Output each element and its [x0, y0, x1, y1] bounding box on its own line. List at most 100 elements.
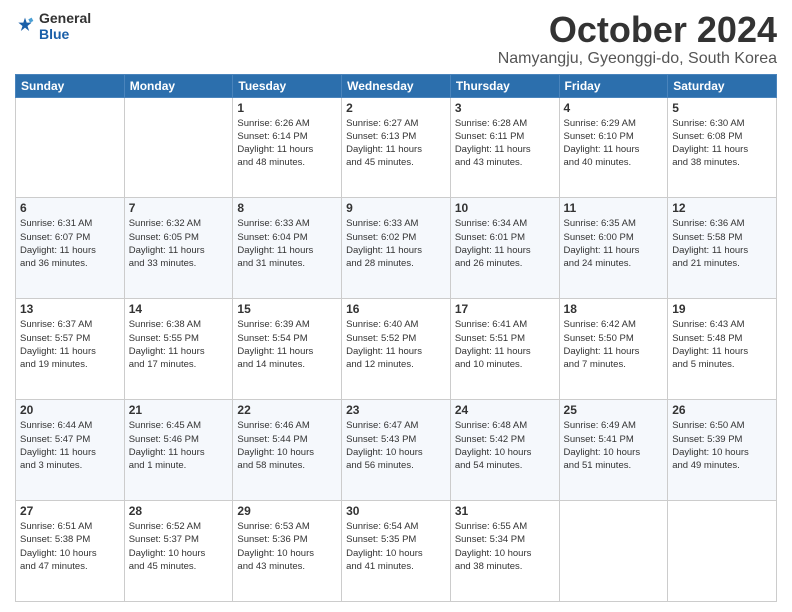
day-number: 16: [346, 302, 446, 316]
day-number: 7: [129, 201, 229, 215]
day-info: Sunrise: 6:33 AM Sunset: 6:04 PM Dayligh…: [237, 217, 337, 270]
calendar-day-cell: 1Sunrise: 6:26 AM Sunset: 6:14 PM Daylig…: [233, 97, 342, 198]
day-number: 5: [672, 101, 772, 115]
day-number: 3: [455, 101, 555, 115]
day-info: Sunrise: 6:39 AM Sunset: 5:54 PM Dayligh…: [237, 318, 337, 371]
day-info: Sunrise: 6:53 AM Sunset: 5:36 PM Dayligh…: [237, 520, 337, 573]
day-info: Sunrise: 6:46 AM Sunset: 5:44 PM Dayligh…: [237, 419, 337, 472]
day-info: Sunrise: 6:47 AM Sunset: 5:43 PM Dayligh…: [346, 419, 446, 472]
calendar-day-cell: [16, 97, 125, 198]
calendar-day-cell: 5 Sunrise: 6:30 AM Sunset: 6:08 PM Daylig…: [668, 97, 777, 198]
day-info: Sunrise: 6:55 AM Sunset: 5:34 PM Dayligh…: [455, 520, 555, 573]
day-info: Sunrise: 6:27 AM Sunset: 6:13 PM Dayligh…: [346, 117, 446, 170]
calendar-day-cell: 16Sunrise: 6:40 AM Sunset: 5:52 PM Dayli…: [342, 299, 451, 400]
day-info: Sunrise: 6:41 AM Sunset: 5:51 PM Dayligh…: [455, 318, 555, 371]
calendar-week-row: 1Sunrise: 6:26 AM Sunset: 6:14 PM Daylig…: [16, 97, 777, 198]
calendar-day-cell: 2 Sunrise: 6:27 AM Sunset: 6:13 PM Daylig…: [342, 97, 451, 198]
day-info: Sunrise: 6:36 AM Sunset: 5:58 PM Dayligh…: [672, 217, 772, 270]
calendar-day-cell: 8 Sunrise: 6:33 AM Sunset: 6:04 PM Daylig…: [233, 198, 342, 299]
calendar-week-row: 6 Sunrise: 6:31 AM Sunset: 6:07 PM Daylig…: [16, 198, 777, 299]
day-info: Sunrise: 6:44 AM Sunset: 5:47 PM Dayligh…: [20, 419, 120, 472]
calendar-day-cell: 13Sunrise: 6:37 AM Sunset: 5:57 PM Dayli…: [16, 299, 125, 400]
logo-blue: Blue: [39, 26, 91, 42]
day-number: 20: [20, 403, 120, 417]
day-number: 23: [346, 403, 446, 417]
logo-text: General Blue: [39, 10, 91, 42]
calendar-header-row: SundayMondayTuesdayWednesdayThursdayFrid…: [16, 74, 777, 97]
day-number: 19: [672, 302, 772, 316]
calendar-day-cell: 17 Sunrise: 6:41 AM Sunset: 5:51 PM Dayli…: [450, 299, 559, 400]
calendar-day-cell: 9 Sunrise: 6:33 AM Sunset: 6:02 PM Daylig…: [342, 198, 451, 299]
calendar-day-cell: 30Sunrise: 6:54 AM Sunset: 5:35 PM Dayli…: [342, 501, 451, 602]
day-number: 24: [455, 403, 555, 417]
calendar-day-cell: 27 Sunrise: 6:51 AM Sunset: 5:38 PM Dayli…: [16, 501, 125, 602]
day-info: Sunrise: 6:52 AM Sunset: 5:37 PM Dayligh…: [129, 520, 229, 573]
calendar-day-cell: 21Sunrise: 6:45 AM Sunset: 5:46 PM Dayli…: [124, 400, 233, 501]
calendar-day-cell: 22Sunrise: 6:46 AM Sunset: 5:44 PM Dayli…: [233, 400, 342, 501]
calendar-day-cell: 26Sunrise: 6:50 AM Sunset: 5:39 PM Dayli…: [668, 400, 777, 501]
calendar-table: SundayMondayTuesdayWednesdayThursdayFrid…: [15, 74, 777, 602]
day-info: Sunrise: 6:45 AM Sunset: 5:46 PM Dayligh…: [129, 419, 229, 472]
day-info: Sunrise: 6:50 AM Sunset: 5:39 PM Dayligh…: [672, 419, 772, 472]
day-number: 1: [237, 101, 337, 115]
day-info: Sunrise: 6:31 AM Sunset: 6:07 PM Dayligh…: [20, 217, 120, 270]
calendar-day-cell: 18 Sunrise: 6:42 AM Sunset: 5:50 PM Dayli…: [559, 299, 668, 400]
day-info: Sunrise: 6:49 AM Sunset: 5:41 PM Dayligh…: [564, 419, 664, 472]
subtitle: Namyangju, Gyeonggi-do, South Korea: [498, 50, 777, 68]
weekday-header: Sunday: [16, 74, 125, 97]
day-info: Sunrise: 6:29 AM Sunset: 6:10 PM Dayligh…: [564, 117, 664, 170]
weekday-header: Tuesday: [233, 74, 342, 97]
day-number: 13: [20, 302, 120, 316]
calendar-day-cell: 11 Sunrise: 6:35 AM Sunset: 6:00 PM Dayli…: [559, 198, 668, 299]
day-number: 2: [346, 101, 446, 115]
day-number: 29: [237, 504, 337, 518]
page-header: General Blue October 2024 Namyangju, Gye…: [15, 10, 777, 68]
calendar-page: General Blue October 2024 Namyangju, Gye…: [0, 0, 792, 612]
day-info: Sunrise: 6:34 AM Sunset: 6:01 PM Dayligh…: [455, 217, 555, 270]
day-number: 6: [20, 201, 120, 215]
weekday-header: Wednesday: [342, 74, 451, 97]
calendar-day-cell: 3 Sunrise: 6:28 AM Sunset: 6:11 PM Daylig…: [450, 97, 559, 198]
day-info: Sunrise: 6:54 AM Sunset: 5:35 PM Dayligh…: [346, 520, 446, 573]
day-info: Sunrise: 6:38 AM Sunset: 5:55 PM Dayligh…: [129, 318, 229, 371]
day-info: Sunrise: 6:32 AM Sunset: 6:05 PM Dayligh…: [129, 217, 229, 270]
calendar-week-row: 20 Sunrise: 6:44 AM Sunset: 5:47 PM Dayli…: [16, 400, 777, 501]
day-number: 15: [237, 302, 337, 316]
weekday-header: Friday: [559, 74, 668, 97]
day-number: 8: [237, 201, 337, 215]
day-number: 27: [20, 504, 120, 518]
day-number: 11: [564, 201, 664, 215]
calendar-day-cell: 29 Sunrise: 6:53 AM Sunset: 5:36 PM Dayli…: [233, 501, 342, 602]
day-number: 18: [564, 302, 664, 316]
day-info: Sunrise: 6:35 AM Sunset: 6:00 PM Dayligh…: [564, 217, 664, 270]
calendar-day-cell: 25 Sunrise: 6:49 AM Sunset: 5:41 PM Dayli…: [559, 400, 668, 501]
day-number: 12: [672, 201, 772, 215]
calendar-day-cell: 23 Sunrise: 6:47 AM Sunset: 5:43 PM Dayli…: [342, 400, 451, 501]
calendar-day-cell: 28 Sunrise: 6:52 AM Sunset: 5:37 PM Dayli…: [124, 501, 233, 602]
calendar-day-cell: 10Sunrise: 6:34 AM Sunset: 6:01 PM Dayli…: [450, 198, 559, 299]
calendar-day-cell: 20 Sunrise: 6:44 AM Sunset: 5:47 PM Dayli…: [16, 400, 125, 501]
calendar-day-cell: 4Sunrise: 6:29 AM Sunset: 6:10 PM Daylig…: [559, 97, 668, 198]
day-info: Sunrise: 6:51 AM Sunset: 5:38 PM Dayligh…: [20, 520, 120, 573]
calendar-day-cell: 14Sunrise: 6:38 AM Sunset: 5:55 PM Dayli…: [124, 299, 233, 400]
day-info: Sunrise: 6:30 AM Sunset: 6:08 PM Dayligh…: [672, 117, 772, 170]
calendar-day-cell: 15 Sunrise: 6:39 AM Sunset: 5:54 PM Dayli…: [233, 299, 342, 400]
weekday-header: Thursday: [450, 74, 559, 97]
day-number: 17: [455, 302, 555, 316]
day-info: Sunrise: 6:28 AM Sunset: 6:11 PM Dayligh…: [455, 117, 555, 170]
weekday-header: Monday: [124, 74, 233, 97]
calendar-day-cell: 31 Sunrise: 6:55 AM Sunset: 5:34 PM Dayli…: [450, 501, 559, 602]
day-info: Sunrise: 6:43 AM Sunset: 5:48 PM Dayligh…: [672, 318, 772, 371]
logo-icon: [15, 16, 35, 36]
day-info: Sunrise: 6:48 AM Sunset: 5:42 PM Dayligh…: [455, 419, 555, 472]
calendar-day-cell: [124, 97, 233, 198]
day-number: 28: [129, 504, 229, 518]
day-number: 9: [346, 201, 446, 215]
weekday-header: Saturday: [668, 74, 777, 97]
day-info: Sunrise: 6:42 AM Sunset: 5:50 PM Dayligh…: [564, 318, 664, 371]
calendar-day-cell: 19 Sunrise: 6:43 AM Sunset: 5:48 PM Dayli…: [668, 299, 777, 400]
day-info: Sunrise: 6:33 AM Sunset: 6:02 PM Dayligh…: [346, 217, 446, 270]
logo: General Blue: [15, 10, 91, 42]
day-number: 31: [455, 504, 555, 518]
day-number: 25: [564, 403, 664, 417]
